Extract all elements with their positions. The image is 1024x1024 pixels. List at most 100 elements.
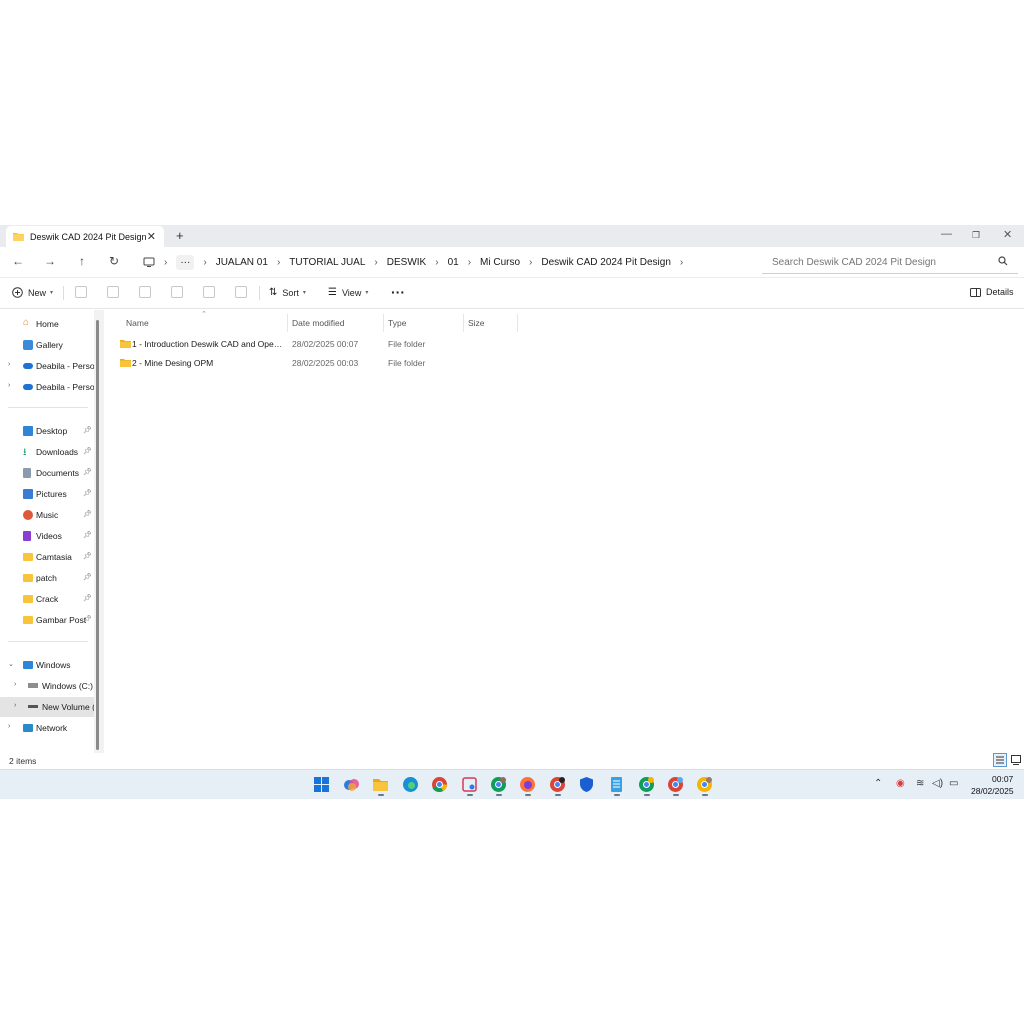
sidebar-item-pictures[interactable]: Pictures 📌︎ [0, 484, 94, 504]
sidebar-item-videos[interactable]: Videos 📌︎ [0, 526, 94, 546]
breadcrumb-item[interactable]: JUALAN 01 [216, 257, 268, 268]
pin-icon[interactable]: 📌︎ [83, 447, 92, 455]
column-header-date[interactable]: Date modified [288, 314, 384, 332]
share-icon[interactable] [203, 286, 215, 298]
table-row[interactable]: 2 - Mine Desing OPM 28/02/2025 00:03 Fil… [118, 354, 518, 372]
chrome-icon[interactable] [431, 776, 448, 793]
pin-icon[interactable]: 📌︎ [83, 552, 92, 560]
sidebar-item-crack[interactable]: Crack 📌︎ [0, 589, 94, 609]
breadcrumb[interactable]: › ··· › JUALAN 01 › TUTORIAL JUAL › DESW… [135, 251, 757, 274]
up-button[interactable]: ↑ [74, 254, 90, 268]
breadcrumb-item[interactable]: Mi Curso [480, 257, 520, 268]
column-header-size[interactable]: Size [464, 314, 518, 332]
search-box[interactable] [762, 251, 1018, 274]
close-tab-icon[interactable]: ✕ [147, 230, 156, 243]
forward-button[interactable]: → [42, 254, 58, 268]
new-tab-button[interactable]: + [176, 228, 184, 243]
gallery-icon [23, 340, 33, 350]
tab-current-folder[interactable]: Deswik CAD 2024 Pit Design ✕ [6, 226, 164, 247]
sidebar-item-camtasia[interactable]: Camtasia 📌︎ [0, 547, 94, 567]
sidebar-item-windows-c[interactable]: › Windows (C:) [0, 676, 94, 696]
this-pc-icon[interactable] [143, 257, 155, 268]
breadcrumb-item[interactable]: Deswik CAD 2024 Pit Design [541, 257, 671, 268]
sort-button[interactable]: ⇅ Sort ▾ [269, 287, 306, 298]
battery-icon[interactable]: ▭ [949, 778, 958, 789]
chevron-up-icon[interactable]: ⌃ [874, 778, 882, 789]
pin-icon[interactable]: 📌︎ [83, 531, 92, 539]
notepad-icon[interactable] [608, 776, 625, 793]
search-icon[interactable] [998, 256, 1008, 266]
pin-icon[interactable]: 📌︎ [83, 573, 92, 581]
large-icons-view-button[interactable] [1010, 754, 1022, 766]
back-button[interactable]: ← [10, 254, 26, 268]
breadcrumb-item[interactable]: 01 [448, 257, 459, 268]
firefox-icon[interactable] [519, 776, 536, 793]
new-button[interactable]: New ▾ [12, 287, 53, 298]
edge-icon[interactable] [402, 776, 419, 793]
chrome-profile-icon[interactable] [549, 776, 566, 793]
pin-icon[interactable]: 📌︎ [83, 489, 92, 497]
close-window-button[interactable]: ✕ [1003, 228, 1012, 241]
refresh-button[interactable]: ↻ [106, 254, 122, 268]
breadcrumb-more-button[interactable]: ··· [176, 255, 195, 270]
pin-icon[interactable]: 📌︎ [83, 468, 92, 476]
sidebar-item-patch[interactable]: patch 📌︎ [0, 568, 94, 588]
delete-icon[interactable] [235, 286, 247, 298]
paste-icon[interactable] [139, 286, 151, 298]
copy-icon[interactable] [107, 286, 119, 298]
copilot-icon[interactable] [343, 776, 360, 793]
sidebar-item-windows[interactable]: ⌄ Windows [0, 655, 94, 675]
sidebar-item-music[interactable]: Music 📌︎ [0, 505, 94, 525]
windows-start-icon[interactable] [313, 776, 330, 793]
cut-icon[interactable] [75, 286, 87, 298]
sidebar-item-network[interactable]: › Network [0, 718, 94, 738]
sidebar-item-downloads[interactable]: ⭳ Downloads 📌︎ [0, 442, 94, 462]
details-view-button[interactable] [993, 753, 1007, 767]
chevron-right-icon[interactable]: › [8, 723, 10, 730]
pin-icon[interactable]: 📌︎ [83, 615, 92, 623]
sidebar-item-onedrive[interactable]: › Deabila - Persor [0, 356, 94, 376]
file-explorer-icon[interactable] [372, 776, 389, 793]
chrome-profile-icon[interactable] [667, 776, 684, 793]
sidebar-scrollbar-thumb[interactable] [96, 320, 99, 750]
more-options-button[interactable]: ··· [391, 284, 405, 300]
sidebar-item-label: Home [36, 319, 59, 329]
breadcrumb-item[interactable]: DESWIK [387, 257, 426, 268]
volume-icon[interactable]: ◁) [932, 778, 943, 789]
pin-icon[interactable]: 📌︎ [83, 510, 92, 518]
sidebar-item-onedrive[interactable]: › Deabila - Persor [0, 377, 94, 397]
sidebar-item-documents[interactable]: Documents 📌︎ [0, 463, 94, 483]
sidebar-item-gambar-post[interactable]: Gambar Post 📌︎ [0, 610, 94, 630]
chevron-right-icon[interactable]: › [8, 361, 10, 368]
clock-time[interactable]: 00:07 [992, 774, 1013, 784]
chevron-right-icon[interactable]: › [680, 257, 683, 268]
sidebar-item-new-volume[interactable]: › New Volume (I [0, 697, 94, 717]
column-header-type[interactable]: Type [384, 314, 464, 332]
sidebar-item-desktop[interactable]: Desktop 📌︎ [0, 421, 94, 441]
sidebar-item-gallery[interactable]: Gallery [0, 335, 94, 355]
chevron-down-icon[interactable]: ⌄ [8, 660, 14, 668]
clock-date[interactable]: 28/02/2025 [971, 786, 1014, 796]
chevron-right-icon[interactable]: › [8, 382, 10, 389]
search-input[interactable] [772, 256, 992, 268]
chrome-profile-icon[interactable] [490, 776, 507, 793]
rename-icon[interactable] [171, 286, 183, 298]
wifi-icon[interactable]: ≋ [916, 778, 924, 789]
pin-icon[interactable]: 📌︎ [83, 426, 92, 434]
sidebar-item-home[interactable]: ⌂ Home [0, 314, 94, 334]
breadcrumb-item[interactable]: TUTORIAL JUAL [289, 257, 365, 268]
restore-button[interactable]: ❐ [972, 230, 980, 241]
chevron-right-icon[interactable]: › [14, 681, 16, 688]
column-header-name[interactable]: Name [122, 314, 288, 332]
chrome-profile-icon[interactable] [696, 776, 713, 793]
table-row[interactable]: 1 - Introduction Deswik CAD and Open Pi.… [118, 335, 518, 353]
view-button[interactable]: ☰ View ▾ [328, 287, 368, 298]
details-pane-button[interactable]: Details [970, 287, 1014, 297]
snipping-tool-icon[interactable] [461, 776, 478, 793]
chevron-right-icon[interactable]: › [14, 702, 16, 709]
security-shield-icon[interactable] [578, 776, 595, 793]
pin-icon[interactable]: 📌︎ [83, 594, 92, 602]
chrome-profile-icon[interactable] [638, 776, 655, 793]
minimize-button[interactable]: — [941, 228, 952, 240]
defender-icon[interactable]: ◉ [896, 778, 905, 789]
